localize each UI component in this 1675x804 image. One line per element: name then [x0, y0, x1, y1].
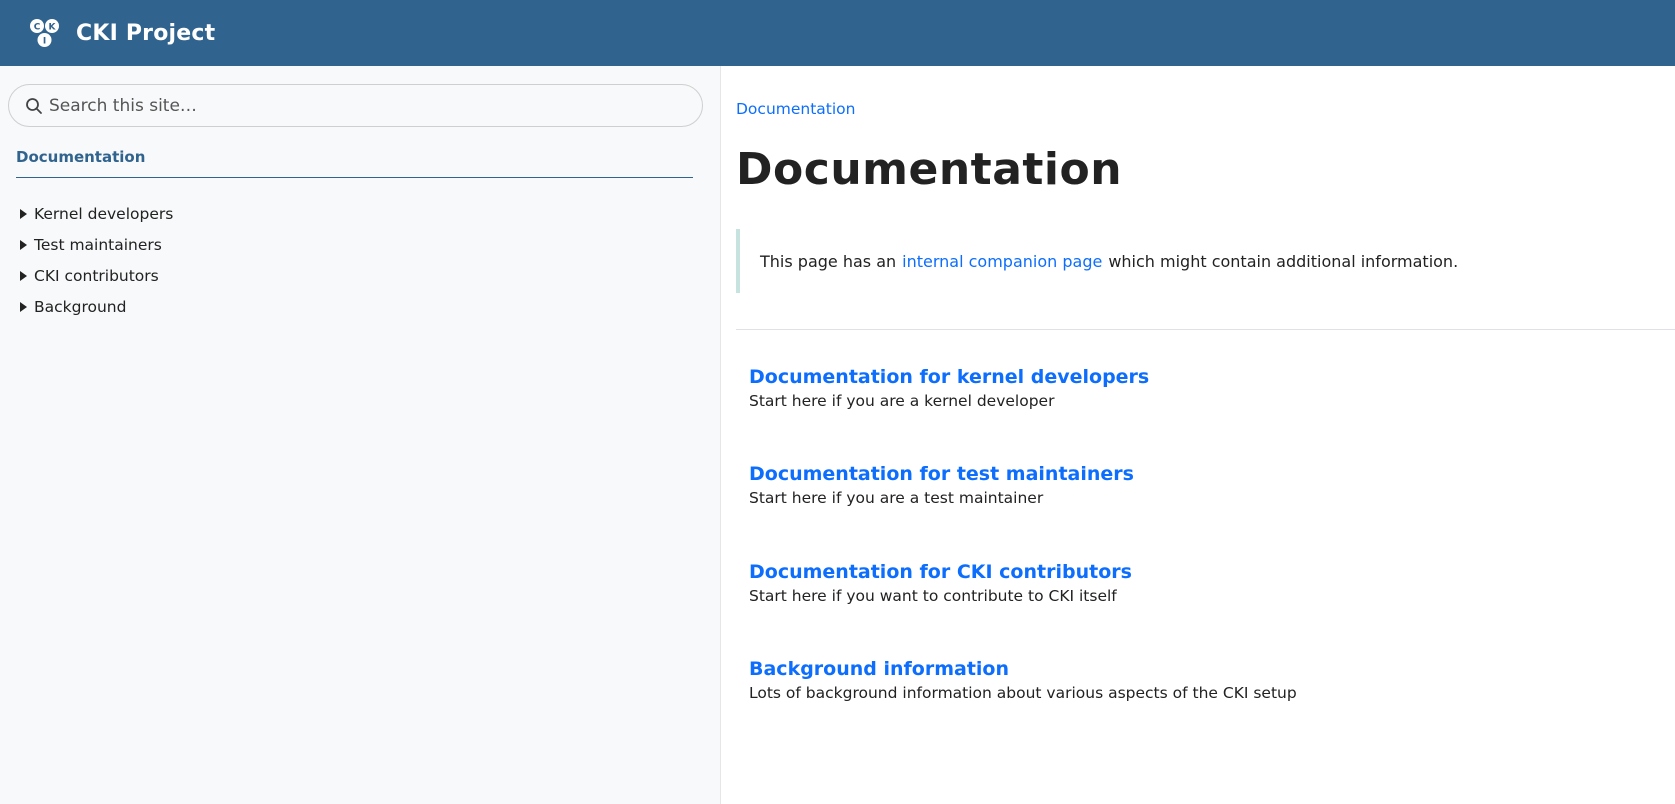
search-input[interactable] [49, 95, 689, 116]
section-background-information: Background information Lots of backgroun… [749, 658, 1297, 702]
section-link-cki-contributors[interactable]: Documentation for CKI contributors [749, 561, 1132, 583]
sidebar-item-label: CKI contributors [34, 266, 159, 285]
divider [736, 329, 1675, 330]
section-description: Start here if you want to contribute to … [749, 587, 1117, 605]
sidebar-nav: Kernel developers Test maintainers CKI c… [20, 198, 173, 322]
sidebar-section-title[interactable]: Documentation [16, 148, 693, 178]
sidebar-item-label: Kernel developers [34, 204, 174, 223]
cki-logo-icon: C K I [30, 19, 59, 47]
triangle-right-icon [20, 270, 27, 281]
section-description: Lots of background information about var… [749, 684, 1297, 702]
sidebar: Documentation Kernel developers Test mai… [0, 66, 721, 804]
section-description: Start here if you are a test maintainer [749, 489, 1044, 507]
section-cki-contributors: Documentation for CKI contributors Start… [749, 561, 1132, 605]
companion-page-note: This page has an internal companion page… [736, 229, 1636, 293]
section-link-test-maintainers[interactable]: Documentation for test maintainers [749, 463, 1134, 485]
svg-text:I: I [43, 37, 46, 47]
search-icon [26, 97, 42, 114]
top-navbar: C K I CKI Project [0, 0, 1675, 66]
note-text-after: which might contain additional informati… [1108, 251, 1459, 271]
section-kernel-developers: Documentation for kernel developers Star… [749, 366, 1149, 410]
note-text-before: This page has an [760, 251, 897, 271]
triangle-right-icon [20, 301, 27, 312]
sidebar-item-kernel-developers[interactable]: Kernel developers [20, 198, 173, 229]
triangle-right-icon [20, 239, 27, 250]
sidebar-item-label: Test maintainers [34, 235, 162, 254]
section-description: Start here if you are a kernel developer [749, 392, 1055, 410]
sidebar-item-background[interactable]: Background [20, 291, 173, 322]
brand-link[interactable]: C K I CKI Project [28, 16, 215, 50]
main-content: Documentation Documentation This page ha… [722, 66, 1675, 804]
section-test-maintainers: Documentation for test maintainers Start… [749, 463, 1134, 507]
section-link-kernel-developers[interactable]: Documentation for kernel developers [749, 366, 1149, 388]
internal-companion-page-link[interactable]: internal companion page [902, 252, 1102, 271]
triangle-right-icon [20, 208, 27, 219]
page-title: Documentation [736, 144, 1123, 195]
sidebar-item-test-maintainers[interactable]: Test maintainers [20, 229, 173, 260]
svg-text:K: K [49, 23, 57, 33]
breadcrumb-documentation[interactable]: Documentation [736, 100, 856, 118]
sidebar-item-cki-contributors[interactable]: CKI contributors [20, 260, 173, 291]
section-link-background-information[interactable]: Background information [749, 658, 1297, 680]
brand-title: CKI Project [76, 20, 216, 46]
sidebar-item-label: Background [34, 297, 127, 316]
svg-text:C: C [34, 23, 41, 33]
search-box[interactable] [8, 84, 703, 127]
